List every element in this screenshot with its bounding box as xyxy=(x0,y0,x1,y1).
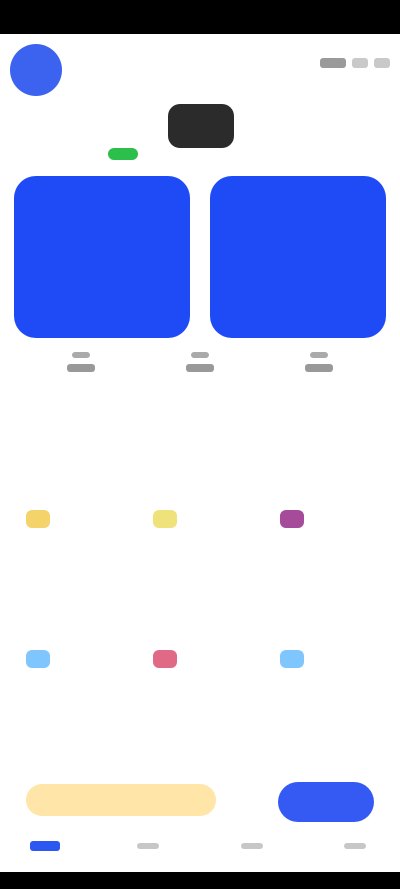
banner-button[interactable] xyxy=(278,782,374,822)
stat-bar xyxy=(67,364,95,372)
tile-item[interactable] xyxy=(141,644,259,736)
tile-item[interactable] xyxy=(268,644,386,736)
tile-item[interactable] xyxy=(141,504,259,596)
stat-bar xyxy=(186,364,214,372)
signal-icon xyxy=(320,58,346,68)
purple-icon xyxy=(280,510,304,528)
status-indicator xyxy=(108,148,138,160)
blue-icon xyxy=(26,650,50,668)
stat-bar xyxy=(310,352,328,358)
blue-icon xyxy=(280,650,304,668)
stat-bar xyxy=(305,364,333,372)
nav-item-home[interactable] xyxy=(18,841,72,855)
nav-icon xyxy=(240,843,263,849)
header-actions xyxy=(320,58,390,68)
summary-cards xyxy=(14,176,386,338)
stats-row xyxy=(0,352,400,452)
banner-message xyxy=(26,784,216,816)
home-indicator xyxy=(0,872,400,889)
summary-card-1[interactable] xyxy=(14,176,190,338)
yellow-icon xyxy=(26,510,50,528)
tile-item[interactable] xyxy=(14,644,132,736)
summary-card-2[interactable] xyxy=(210,176,386,338)
section-grid xyxy=(0,644,400,736)
app-logo xyxy=(168,104,234,148)
tile-item[interactable] xyxy=(14,504,132,596)
stat-item xyxy=(282,352,356,452)
red-icon xyxy=(153,650,177,668)
stat-bar xyxy=(191,352,209,358)
nav-item-2[interactable] xyxy=(121,843,175,853)
avatar[interactable] xyxy=(10,44,62,96)
nav-icon xyxy=(137,843,160,849)
tile-item[interactable] xyxy=(268,504,386,596)
wifi-icon xyxy=(352,58,368,68)
section-grid xyxy=(0,504,400,596)
status-bar xyxy=(0,0,400,34)
stat-item xyxy=(163,352,237,452)
yellow-icon xyxy=(153,510,177,528)
nav-icon xyxy=(343,843,366,849)
nav-item-3[interactable] xyxy=(225,843,279,853)
stat-bar xyxy=(72,352,90,358)
bottom-navigation xyxy=(0,824,400,872)
home-icon xyxy=(30,841,60,851)
app-header xyxy=(0,34,400,104)
stat-item xyxy=(44,352,118,452)
battery-icon xyxy=(374,58,390,68)
nav-item-4[interactable] xyxy=(328,843,382,853)
